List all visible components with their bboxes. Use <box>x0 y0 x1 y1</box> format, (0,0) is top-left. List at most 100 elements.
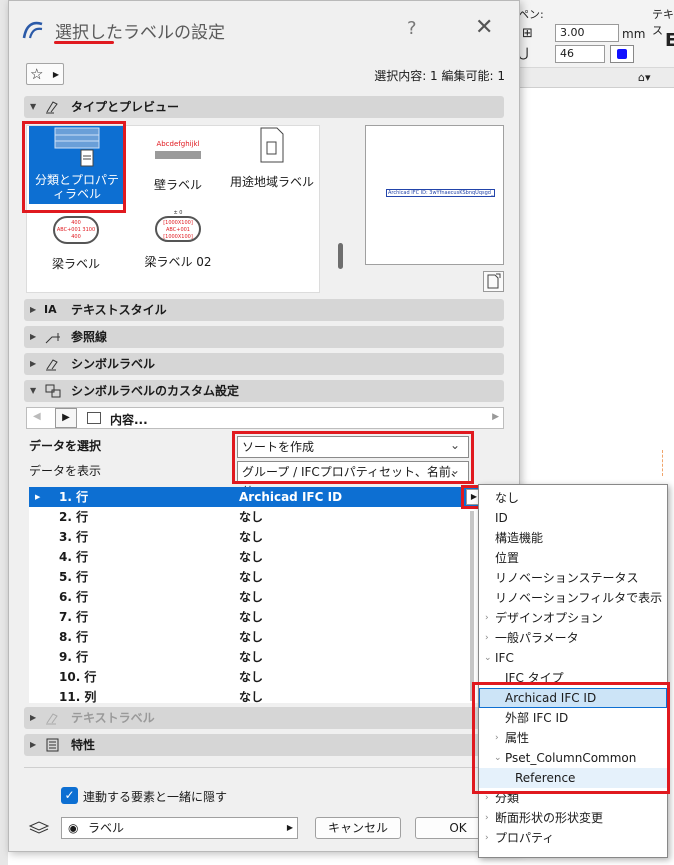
section-label: テキストスタイル <box>71 303 167 317</box>
section-symbol-label[interactable]: ▶ シンボルラベル <box>24 353 504 375</box>
wall-label-thumbnail: Abcdefghijkl <box>155 140 201 170</box>
chevron-right-icon: ▶ <box>52 70 59 79</box>
font-size-input[interactable]: 3.00 <box>555 24 619 42</box>
truncated-letter: E <box>665 30 674 51</box>
background-toolbar: ペン: テキス ⊞ ⋃ 3.00 mm 46 E <box>500 0 674 68</box>
table-row[interactable]: 6. 行 なし <box>29 587 484 607</box>
pen-color-button[interactable] <box>610 45 634 63</box>
annotation-underline <box>54 41 114 44</box>
table-row[interactable]: 10. 行 なし <box>29 667 484 687</box>
section-properties[interactable]: ▶ 特性 <box>24 734 504 756</box>
text-style-icon: IA <box>44 303 57 316</box>
table-row[interactable]: 8. 行 なし <box>29 627 484 647</box>
back-arrow-icon[interactable]: ◀ <box>33 411 41 422</box>
menu-item-submenu[interactable]: ⌄ IFC <box>479 648 667 668</box>
row-name: 8. 行 <box>59 630 89 644</box>
preview-text: Archicad IFC ID: 3wYfnaecusKSbnqUqsgd_ <box>386 189 496 197</box>
submenu-chevron-icon: › <box>485 613 489 623</box>
collapse-icon: ▶ <box>30 359 37 368</box>
type-label: 梁ラベル 02 <box>144 255 212 269</box>
table-row[interactable]: ▶ 1. 行 Archicad IFC ID <box>29 487 484 507</box>
menu-item-label: 一般パラメータ <box>495 631 579 645</box>
display-data-label: データを表示 <box>29 464 102 478</box>
menu-item[interactable]: なし <box>479 488 667 508</box>
row-value: なし <box>239 650 264 664</box>
section-type-preview[interactable]: ▼ タイプとプレビュー <box>24 96 504 118</box>
expand-icon: ▼ <box>30 102 37 111</box>
annotation-box-dropdowns <box>232 431 474 484</box>
expanded-chevron-icon: ⌄ <box>484 653 492 663</box>
menu-item[interactable]: 構造機能 <box>479 528 667 548</box>
pen-input[interactable]: 46 <box>555 45 605 63</box>
beam-label-thumbnail: 400 ABC+001 3100 400 <box>53 216 99 244</box>
background-ruler: ⌂▾ <box>500 68 674 88</box>
type-item-zone[interactable]: 用途地域ラベル <box>227 126 317 190</box>
thumb-line: [1000X100] <box>163 234 193 240</box>
type-item-beam[interactable]: 400 ABC+001 3100 400 梁ラベル <box>31 216 121 272</box>
menu-item-submenu[interactable]: › プロパティ <box>479 828 667 848</box>
layers-icon <box>28 821 50 834</box>
thumb-line: 400 <box>71 220 81 226</box>
select-data-label: データを選択 <box>29 439 102 453</box>
row-value: なし <box>239 690 264 704</box>
menu-item-label: デザインオプション <box>495 611 604 625</box>
layer-dropdown[interactable]: ◉ ラベル ▶ <box>61 817 298 839</box>
eye-icon: ◉ <box>68 821 79 835</box>
hide-with-element-checkbox[interactable]: ✓ <box>61 787 78 804</box>
layer-value: ラベル <box>88 821 125 835</box>
row-name: 3. 行 <box>59 530 89 544</box>
menu-item[interactable]: リノベーションフィルタで表示 <box>479 588 667 608</box>
type-item-wall[interactable]: Abcdefghijkl 壁ラベル <box>133 134 223 193</box>
thumb-line: ABC+001 3100 <box>56 227 96 233</box>
row-table: ▶ 1. 行 Archicad IFC ID 2. 行なし 3. 行なし 4. 行な… <box>29 487 484 704</box>
thumb-line: ABC+001 <box>166 227 190 233</box>
table-row[interactable]: 7. 行 なし <box>29 607 484 627</box>
menu-item[interactable]: リノベーションステータス <box>479 568 667 588</box>
thumb-line: ± 0 <box>173 210 183 216</box>
menu-item[interactable]: 位置 <box>479 548 667 568</box>
table-row[interactable]: 3. 行 なし <box>29 527 484 547</box>
label-settings-dialog: 選択したラベルの設定 ? ✕ ☆ ▶ 選択内容: 1 編集可能: 1 ▼ タイプと… <box>8 0 520 852</box>
cancel-button[interactable]: キャンセル <box>315 817 401 839</box>
zone-label-thumbnail <box>260 127 284 163</box>
custom-settings-icon <box>45 384 61 398</box>
forward-arrow-button[interactable]: ▶ <box>55 408 77 428</box>
type-item-beam-02[interactable]: ± 0 [1000X100] ABC+001 [1000X100] 梁ラベル 0… <box>133 210 223 270</box>
section-leader[interactable]: ▶ 参照線 <box>24 326 504 348</box>
submenu-chevron-icon: › <box>485 633 489 643</box>
properties-icon <box>46 738 59 752</box>
symbol-label-icon <box>46 359 58 371</box>
archicad-logo-icon <box>22 21 43 39</box>
row-expand-icon: ▶ <box>35 493 41 501</box>
row-value: なし <box>239 510 264 524</box>
table-row[interactable]: 4. 行 なし <box>29 547 484 567</box>
wall-thumb-bar <box>155 151 201 159</box>
close-button[interactable]: ✕ <box>475 15 493 40</box>
section-symbol-custom[interactable]: ▼ シンボルラベルのカスタム設定 <box>24 380 504 402</box>
table-row[interactable]: 2. 行 なし <box>29 507 484 527</box>
preview-options-button[interactable] <box>483 271 504 292</box>
table-scrollbar[interactable] <box>470 511 474 701</box>
table-row[interactable]: 5. 行 なし <box>29 567 484 587</box>
menu-item[interactable]: ID <box>479 508 667 528</box>
help-button[interactable]: ? <box>407 18 417 39</box>
menu-item-submenu[interactable]: › デザインオプション <box>479 608 667 628</box>
nav-end-arrow-icon[interactable]: ▶ <box>492 412 499 422</box>
thumb-text: Abcdefghijkl <box>156 140 200 148</box>
row-name: 5. 行 <box>59 570 89 584</box>
favorites-button[interactable]: ☆ ▶ <box>26 63 64 85</box>
menu-item-label: なし <box>495 491 520 505</box>
dialog-title: 選択したラベルの設定 <box>55 23 225 43</box>
section-text-style[interactable]: ▶ IA テキストスタイル <box>24 299 504 321</box>
menu-item-submenu[interactable]: › 断面形状の形状変更 <box>479 808 667 828</box>
annotation-box-type <box>22 121 126 213</box>
type-list-scrollbar[interactable] <box>338 243 343 269</box>
menu-item-label: ID <box>495 511 508 525</box>
table-row[interactable]: 9. 行 なし <box>29 647 484 667</box>
title-bar[interactable]: 選択したラベルの設定 ? ✕ <box>9 1 519 57</box>
data-source-menu: なし ID 構造機能 位置 リノベーションステータス リノベーションフィルタで表… <box>478 484 668 858</box>
table-row[interactable]: 11. 列 なし <box>29 687 484 707</box>
menu-item-submenu[interactable]: › 一般パラメータ <box>479 628 667 648</box>
view-icon[interactable]: ⌂▾ <box>638 71 651 84</box>
row-value: なし <box>239 670 264 684</box>
